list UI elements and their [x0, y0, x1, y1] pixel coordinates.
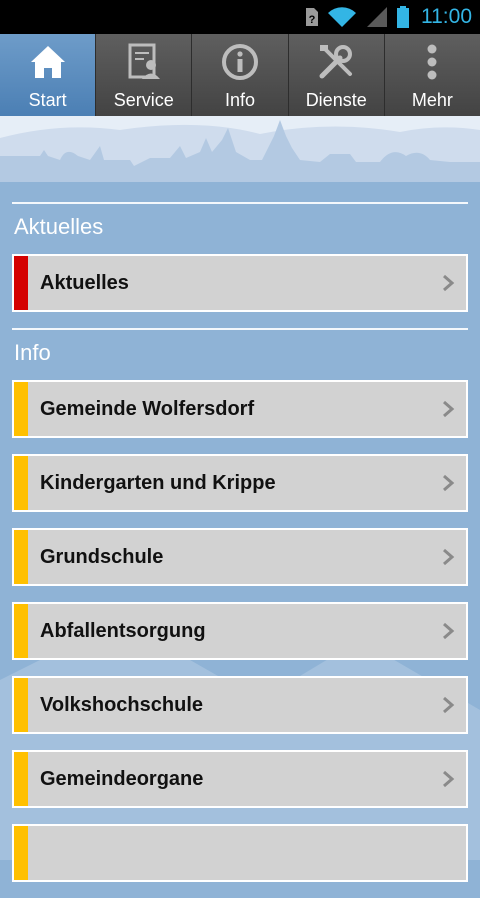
- tab-dienste[interactable]: Dienste: [289, 34, 385, 116]
- tab-service[interactable]: Service: [96, 34, 193, 116]
- tab-label: Service: [113, 90, 174, 110]
- list-item-abfallentsorgung[interactable]: Abfallentsorgung: [12, 602, 468, 660]
- chevron-right-icon: [443, 770, 455, 788]
- list-item-volkshochschule[interactable]: Volkshochschule: [12, 676, 468, 734]
- chevron-right-icon: [443, 548, 455, 566]
- tab-mehr[interactable]: Mehr: [385, 34, 480, 116]
- list-item-label: Abfallentsorgung: [40, 619, 206, 642]
- tab-info[interactable]: Info: [192, 34, 289, 116]
- list-item-gemeindeorgane[interactable]: Gemeindeorgane: [12, 750, 468, 808]
- list-item-label: Kindergarten und Krippe: [40, 471, 276, 494]
- tab-label: Start: [28, 90, 67, 110]
- list-item-aktuelles[interactable]: Aktuelles: [12, 254, 468, 312]
- town-skyline-banner: [0, 116, 480, 182]
- accent-bar: [14, 826, 28, 880]
- unknown-sim-icon: ?: [306, 8, 318, 26]
- status-bar: ? 11:00: [0, 0, 480, 34]
- main-content: Aktuelles Aktuelles Info Gemeinde Wolfer…: [12, 182, 468, 898]
- tab-label: Dienste: [305, 90, 367, 110]
- section-divider: [12, 202, 468, 204]
- document-user-icon: [128, 43, 160, 79]
- section-title-info: Info: [14, 340, 51, 365]
- list-item-label: Grundschule: [40, 545, 164, 568]
- accent-bar: [14, 382, 28, 436]
- section-divider: [12, 328, 468, 330]
- svg-text:?: ?: [309, 14, 316, 26]
- accent-bar: [14, 604, 28, 658]
- chevron-right-icon: [443, 622, 455, 640]
- chevron-right-icon: [443, 274, 455, 292]
- chevron-right-icon: [443, 696, 455, 714]
- accent-bar: [14, 752, 28, 806]
- tab-start[interactable]: Start: [0, 34, 97, 116]
- signal-icon: [367, 7, 387, 27]
- tab-label: Info: [224, 90, 256, 110]
- list-item-label: Volkshochschule: [40, 693, 204, 716]
- more-vertical-icon: [427, 44, 437, 80]
- list-item-partial[interactable]: [12, 824, 468, 882]
- tools-icon: [319, 45, 353, 79]
- info-icon: [222, 44, 258, 80]
- accent-bar: [14, 530, 28, 584]
- accent-bar: [14, 256, 28, 310]
- chevron-right-icon: [443, 474, 455, 492]
- wifi-icon: [328, 7, 356, 28]
- tab-bar: Start Service Info Dienste Mehr: [0, 34, 480, 116]
- chevron-right-icon: [443, 400, 455, 418]
- tab-label: Mehr: [411, 90, 453, 110]
- list-item-label: Gemeindeorgane: [40, 767, 204, 790]
- accent-bar: [14, 456, 28, 510]
- accent-bar: [14, 678, 28, 732]
- section-title-aktuelles: Aktuelles: [14, 214, 104, 239]
- list-item-kindergarten[interactable]: Kindergarten und Krippe: [12, 454, 468, 512]
- list-item-gemeinde[interactable]: Gemeinde Wolfersdorf: [12, 380, 468, 438]
- list-item-label: Gemeinde Wolfersdorf: [40, 397, 255, 420]
- battery-icon: [397, 6, 409, 28]
- list-item-label: Aktuelles: [40, 271, 129, 294]
- list-item-grundschule[interactable]: Grundschule: [12, 528, 468, 586]
- home-icon: [30, 46, 65, 78]
- status-time: 11:00: [421, 5, 472, 28]
